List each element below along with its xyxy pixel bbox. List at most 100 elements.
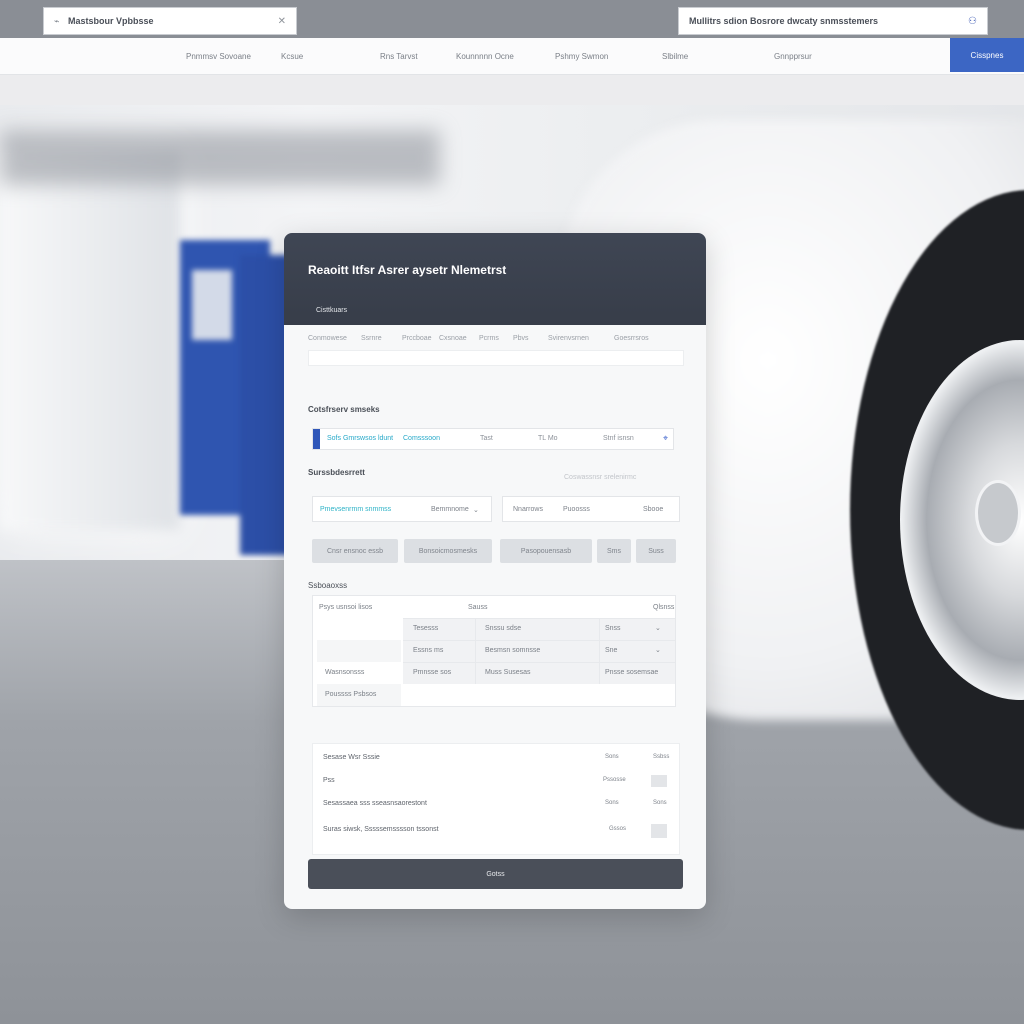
summary-row-3: Sesassaea sss sseasnsaorestont Sons Sons [323,800,669,816]
table-footer-cell: Poussss Psbsos [325,691,377,698]
option-chip-1[interactable]: Cnsr ensnoc essb [312,539,398,563]
card-tabs: Conmowese Ssrnre Prccboae Cxsnoae Pcrms … [308,335,684,347]
summary-row-4: Suras siwsk, Sssssemsssson tssonst Gssos [323,824,669,842]
table-head-2: Sauss [468,604,488,611]
section-label-3: Ssboaoxss [308,581,348,590]
summary-value-1b: Ssbss [653,754,670,760]
table-row-box [317,640,401,662]
search-field-2[interactable]: Comsssoon [403,435,440,442]
summary-label-2: Pss [323,777,335,784]
summary-checkbox-2[interactable] [651,824,667,838]
search-field-text: Mullitrs sdion Bosrore dwcaty snmsstemer… [689,16,879,26]
option-chip-3[interactable]: Pasopouensasb [500,539,592,563]
card-header-tab[interactable]: Cisttkuars [316,307,347,314]
submit-button[interactable]: Gotss [308,859,683,889]
tab-3[interactable]: Prccboae [402,335,432,342]
search-field[interactable]: Mullitrs sdion Bosrore dwcaty snmsstemer… [678,7,988,35]
search-field-1[interactable]: Sofs Gmrswsos ldunt [327,435,393,442]
provider-input-suffix: Sbooe [643,506,664,513]
summary-value-4a: Gssos [609,826,627,832]
chevron-down-icon[interactable]: ⌄ [473,506,479,514]
service-input[interactable]: Pmevsenrmm snmmss Bemmnome ⌄ [312,496,492,522]
table-cell-r1c4[interactable]: Snss [605,625,621,632]
table-cell-r3c1[interactable]: Wasnsonsss [325,669,364,676]
user-icon[interactable]: ⚇ [968,16,977,27]
section-hint: Coswassnsr srelenirmc [564,474,637,481]
summary-label-3: Sesassaea sss sseasnsaorestont [323,800,427,807]
nav-item-4[interactable]: Kounnnnn Ocne [456,52,514,61]
summary-checkbox-1[interactable] [651,775,667,787]
summary-value-2a: Pssosse [603,777,626,783]
table-cell-r2c2[interactable]: Essns ms [413,647,443,654]
table-cell-r3c3[interactable]: Muss Susesas [485,669,531,676]
provider-input-value: Puoosss [563,506,590,513]
section-label-2: Surssbdesrrett [308,468,365,477]
summary-row: Sesase Wsr Sssie Sons Ssbss [323,754,669,770]
search-field-4[interactable]: TL Mo [538,435,558,442]
car-hub [975,480,1021,546]
nav-item-5[interactable]: Pshmy Swmon [555,52,608,61]
nav-item-2[interactable]: Kcsue [281,52,303,61]
pin-icon[interactable]: ⌖ [663,433,668,444]
chevron-down-icon[interactable]: ⌄ [655,624,661,632]
search-field-3[interactable]: Tast [480,435,493,442]
table-divider-2 [403,640,675,641]
background-window [0,150,180,530]
tab-6[interactable]: Pbvs [513,335,529,342]
chevron-down-icon[interactable]: ⌄ [655,646,661,654]
provider-input[interactable]: Nnarrows Puoosss Sbooe [502,496,680,522]
option-chip-4[interactable]: Sms [597,539,631,563]
nav-cta-button[interactable]: Cisspnes [950,38,1024,72]
table-head-1: Psys usnsoi lisos [319,604,373,611]
summary-value-3b: Sons [653,800,667,806]
main-nav: Pnmmsv Sovoane Kcsue Rns Tarvst Kounnnnn… [0,38,1024,75]
summary-panel: Sesase Wsr Sssie Sons Ssbss Pss Pssosse … [312,743,680,855]
table-divider [403,618,675,619]
location-field-text: Mastsbour Vpbbsse [68,16,154,26]
summary-label-4: Suras siwsk, Sssssemsssson tssonst [323,826,439,833]
schedule-table: Psys usnsoi lisos Sauss Qlsnss Tesesss S… [312,595,676,707]
background-beam [0,130,440,185]
tab-7[interactable]: Svirenvsrnen [548,335,589,342]
nav-item-1[interactable]: Pnmmsv Sovoane [186,52,251,61]
summary-row-2: Pss Pssosse [323,775,669,793]
option-chip-2[interactable]: Bonsoicmosmesks [404,539,492,563]
nav-item-7[interactable]: Gnnpprsur [774,52,812,61]
table-cell-r1c2[interactable]: Tesesss [413,625,438,632]
nav-item-6[interactable]: Slbilme [662,52,688,61]
option-chip-5[interactable]: Suss [636,539,676,563]
table-cell-r2c4[interactable]: Sne [605,647,617,654]
nav-item-3[interactable]: Rns Tarvst [380,52,418,61]
tab-5[interactable]: Pcrms [479,335,499,342]
summary-label-1: Sesase Wsr Sssie [323,754,380,761]
search-field-5[interactable]: Stnf isnsn [603,435,634,442]
summary-value-1a: Sons [605,754,619,760]
row-accent [313,429,320,449]
card-header: Reaoitt Itfsr Asrer aysetr Nlemetrst Cis… [284,233,706,325]
tab-content-strip [308,350,684,366]
tab-2[interactable]: Ssrnre [361,335,382,342]
tab-4[interactable]: Cxsnoae [439,335,467,342]
table-head-3: Qlsnss [653,604,675,611]
table-cell-r3c4[interactable]: Pnsse sosemsae [605,669,658,676]
tab-8[interactable]: Goesrrsros [614,335,649,342]
table-cell-r2c3[interactable]: Besmsn somnsse [485,647,540,654]
card-title: Reaoitt Itfsr Asrer aysetr Nlemetrst [308,263,507,277]
booking-card: Reaoitt Itfsr Asrer aysetr Nlemetrst Cis… [284,233,706,909]
provider-input-label: Nnarrows [513,506,543,513]
search-criteria-row[interactable]: Sofs Gmrswsos ldunt Comsssoon Tast TL Mo… [312,428,674,450]
close-icon[interactable]: ✕ [278,16,286,27]
tab-1[interactable]: Conmowese [308,335,347,342]
section-label-1: Cotsfrserv smseks [308,405,380,414]
table-divider-3 [403,662,675,663]
service-input-value: Bemmnome [431,506,469,513]
table-cell-r3c2[interactable]: Pmnsse sos [413,669,451,676]
location-icon: ⌁ [54,15,60,26]
service-input-label: Pmevsenrmm snmmss [320,506,392,513]
summary-value-3a: Sons [605,800,619,806]
table-cell-r1c3[interactable]: Snssu sdse [485,625,521,632]
location-field[interactable]: ⌁ Mastsbour Vpbbsse ✕ [43,7,297,35]
table-col-divider [475,618,476,684]
sub-bar [0,75,1024,105]
table-col-divider-2 [599,618,600,684]
